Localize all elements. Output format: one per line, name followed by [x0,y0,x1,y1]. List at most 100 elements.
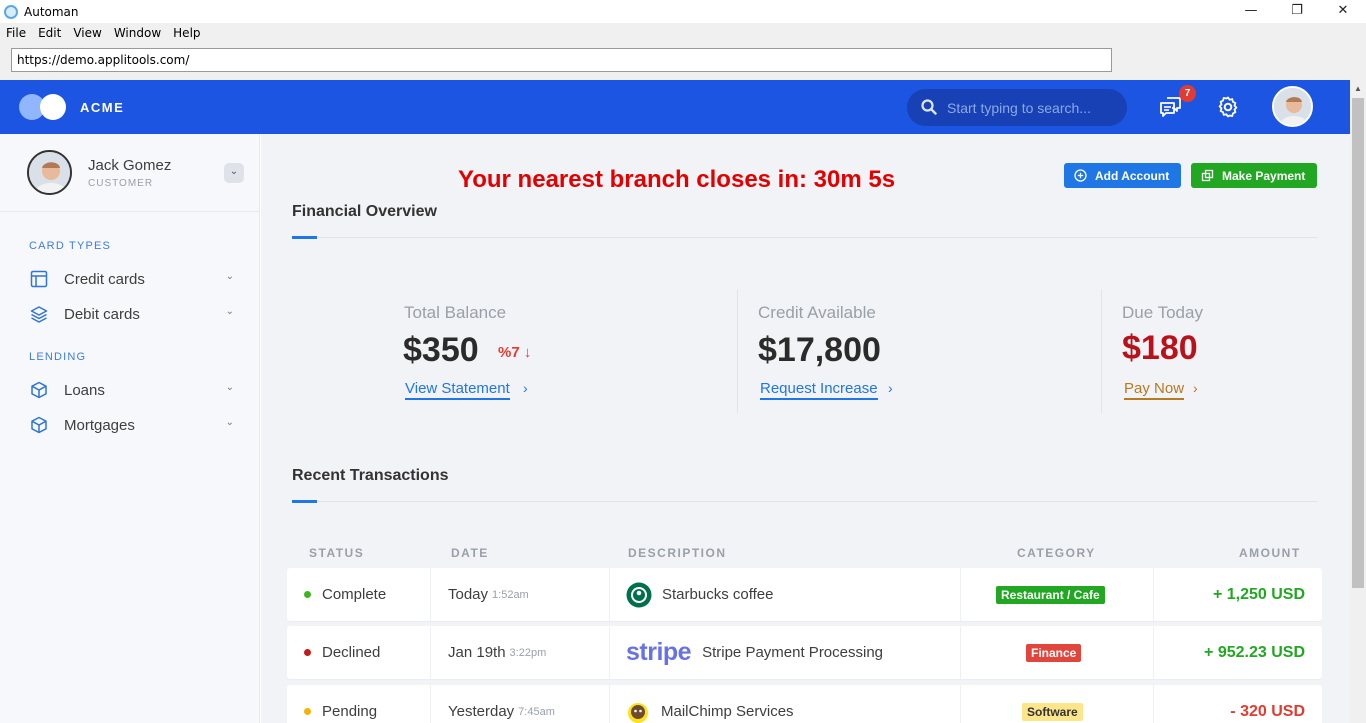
make-payment-button[interactable]: Make Payment [1191,163,1317,188]
stripe-logo: stripe [626,638,692,666]
address-input[interactable]: https://demo.applitools.com/ [11,48,1112,72]
total-balance-label: Total Balance [404,303,507,322]
date-text: Jan 19th [448,644,506,661]
total-balance-value: $350 [403,331,479,369]
table-row[interactable]: Pending Yesterday 7:45am MailChimp Servi… [287,685,1322,723]
sidebar: Jack Gomez CUSTOMER ⌄ CARD TYPES Credit … [0,134,260,723]
box-icon [29,415,49,435]
financial-overview-title: Financial Overview [292,203,437,220]
search-icon [921,99,937,115]
profile-avatar [27,150,72,195]
recent-transactions-title: Recent Transactions [292,467,449,484]
balance-change-value: %7 [498,344,520,361]
stat-divider [1101,289,1102,413]
sidebar-item-credit-cards[interactable]: Credit cards ⌄ [29,267,234,291]
table-row[interactable]: Complete Today 1:52am Starbucks coffee R… [287,568,1322,621]
description-cell: Starbucks coffee [626,568,773,621]
branch-countdown: Your nearest branch closes in: 30m 5s [458,166,896,193]
column-header-amount[interactable]: AMOUNT [1239,546,1301,560]
amount-text: + 952.23 USD [1204,643,1305,661]
status-dot [304,591,311,598]
menu-bar: File Edit View Window Help [0,23,1366,43]
pay-now-link[interactable]: Pay Now [1124,380,1185,400]
menu-window[interactable]: Window [108,26,167,40]
app-header: ACME Start typing to search... [0,80,1350,134]
status-cell: Declined [304,626,380,679]
maximize-button[interactable]: ❐ [1274,0,1320,23]
description-text: Stripe Payment Processing [702,644,884,661]
credit-available-label: Credit Available [758,303,876,322]
messages-icon[interactable] [1159,95,1183,119]
status-cell: Complete [304,568,386,621]
layers-icon [29,304,49,324]
window-title: Automan [24,4,79,19]
chevron-right-icon[interactable]: › [1193,380,1198,396]
window-controls: — ❐ ✕ [1228,0,1366,23]
brand-name: ACME [80,100,125,115]
category-cell: Restaurant / Cafe [996,568,1105,621]
amount-text: - 320 USD [1230,702,1305,720]
request-increase-link[interactable]: Request Increase [760,380,878,400]
user-avatar[interactable] [1272,86,1313,127]
amount-cell: + 952.23 USD [1204,626,1305,679]
due-today-value: $180 [1122,329,1198,367]
sidebar-item-debit-cards[interactable]: Debit cards ⌄ [29,302,234,326]
gear-icon[interactable] [1216,95,1240,119]
scrollbar-thumb[interactable] [1352,98,1364,588]
section-label-lending: LENDING [29,351,87,363]
description-cell: stripe Stripe Payment Processing [626,626,883,679]
sidebar-item-label: Credit cards [64,270,145,288]
search-box[interactable]: Start typing to search... [907,89,1127,126]
sidebar-item-label: Mortgages [64,416,135,434]
chevron-down-icon: ⌄ [225,271,234,282]
table-row[interactable]: Declined Jan 19th 3:22pm stripe Stripe P… [287,626,1322,679]
section-accent [292,500,317,503]
search-input[interactable]: Start typing to search... [947,100,1091,116]
menu-help[interactable]: Help [167,26,206,40]
acme-logo[interactable] [19,94,67,120]
chevron-down-icon: ⌄ [225,306,234,317]
minimize-button[interactable]: — [1228,0,1274,23]
time-text: 1:52am [492,588,529,601]
section-divider [292,237,1317,238]
chevron-down-icon: ⌄ [229,166,239,177]
chevron-right-icon[interactable]: › [523,380,528,396]
due-today-label: Due Today [1122,303,1203,322]
column-header-date[interactable]: DATE [451,546,489,560]
description-text: MailChimp Services [661,703,794,720]
page-scrollbar[interactable]: ▲ [1350,80,1366,723]
menu-view[interactable]: View [67,26,107,40]
credit-card-icon [29,269,49,289]
category-badge: Restaurant / Cafe [996,585,1105,604]
date-cell: Jan 19th 3:22pm [448,626,546,679]
amount-cell: - 320 USD [1230,685,1305,723]
add-account-button[interactable]: Add Account [1064,163,1181,188]
stat-divider [737,289,738,413]
description-cell: MailChimp Services [626,685,794,723]
time-text: 7:45am [518,705,555,718]
window-titlebar: Automan — ❐ ✕ [0,0,1366,23]
menu-edit[interactable]: Edit [32,26,67,40]
column-header-description[interactable]: DESCRIPTION [628,546,727,560]
section-label-card-types: CARD TYPES [29,240,112,252]
status-text: Pending [322,703,378,720]
sidebar-item-mortgages[interactable]: Mortgages ⌄ [29,413,234,437]
scroll-up-arrow-icon[interactable]: ▲ [1354,84,1362,93]
column-header-status[interactable]: STATUS [309,546,364,560]
profile-role: CUSTOMER [88,178,154,189]
menu-file[interactable]: File [0,26,32,40]
mailchimp-logo [628,702,648,723]
sidebar-item-loans[interactable]: Loans ⌄ [29,378,234,402]
app-icon [4,4,18,19]
view-statement-link[interactable]: View Statement [405,380,510,400]
category-badge: Finance [1026,643,1082,662]
profile-dropdown-button[interactable]: ⌄ [224,163,244,183]
main-content: Your nearest branch closes in: 30m 5s Ad… [261,134,1350,723]
plus-circle-icon [1074,169,1087,182]
chevron-right-icon[interactable]: › [888,380,893,396]
column-header-category[interactable]: CATEGORY [1017,546,1096,560]
chevron-down-icon: ⌄ [225,382,234,393]
date-cell: Yesterday 7:45am [448,685,555,723]
section-accent [292,236,317,239]
close-button[interactable]: ✕ [1320,0,1366,23]
